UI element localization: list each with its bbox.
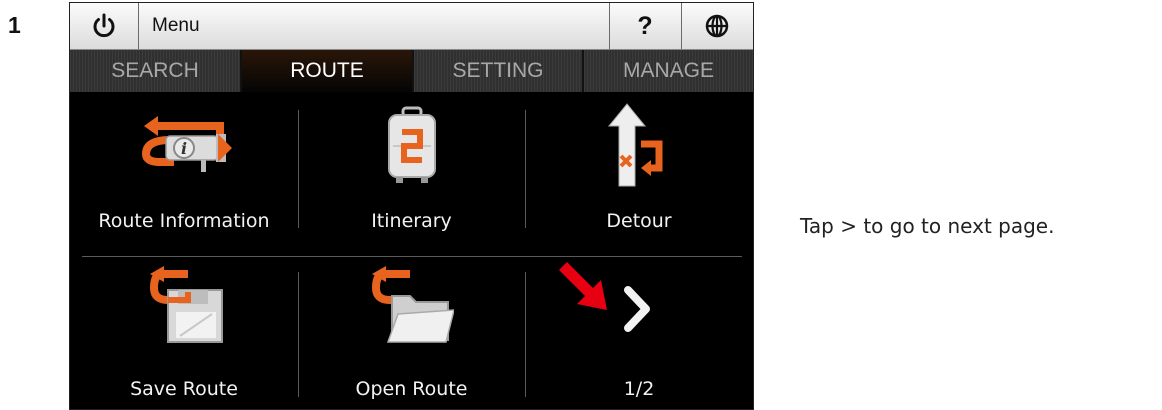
tab-setting[interactable]: SETTING [414, 50, 582, 92]
route-information-button[interactable]: i Route Information [70, 92, 298, 256]
save-route-icon [149, 266, 223, 343]
route-menu-grid: i Route Information Itinerary Detour Sav… [70, 92, 753, 409]
globe-icon [705, 14, 729, 38]
save-route-button[interactable]: Save Route [70, 256, 298, 409]
tab-route[interactable]: ROUTE [242, 50, 412, 92]
detour-label: Detour [606, 210, 672, 232]
tab-route-label: ROUTE [290, 59, 364, 82]
tab-setting-label: SETTING [452, 59, 544, 82]
tab-search[interactable]: SEARCH [70, 50, 240, 92]
next-page-button[interactable]: 1/2 [525, 256, 753, 409]
itinerary-icon [388, 106, 436, 183]
top-bar: Menu ? [70, 3, 753, 50]
power-button[interactable] [70, 3, 139, 49]
next-page-icon [624, 286, 650, 332]
instruction-caption: Tap > to go to next page. [800, 214, 1055, 238]
open-route-icon [371, 266, 454, 343]
tab-manage-label: MANAGE [622, 59, 714, 82]
step-number: 1 [8, 12, 21, 38]
itinerary-button[interactable]: Itinerary [298, 92, 525, 256]
page-indicator: 1/2 [623, 378, 655, 400]
detour-button[interactable]: Detour [525, 92, 753, 256]
help-button[interactable]: ? [609, 3, 682, 49]
tab-bar: SEARCH ROUTE SETTING MANAGE [70, 50, 753, 92]
menu-label: Menu [152, 15, 200, 36]
open-route-label: Open Route [355, 378, 468, 400]
power-icon [93, 13, 115, 38]
itinerary-label: Itinerary [371, 210, 452, 232]
open-route-button[interactable]: Open Route [298, 256, 525, 409]
menu-button[interactable]: Menu [138, 3, 610, 49]
detour-icon [607, 103, 663, 187]
svg-text:i: i [181, 139, 187, 158]
help-icon: ? [637, 11, 653, 40]
navigation-screen: Menu ? SEARCH ROUTE SETTING MANAGE i Rou… [69, 2, 754, 410]
save-route-label: Save Route [130, 378, 238, 400]
language-button[interactable] [681, 3, 753, 49]
tab-search-label: SEARCH [111, 59, 199, 82]
red-arrow-pointer-icon [559, 262, 607, 310]
route-information-label: Route Information [98, 210, 270, 232]
tab-manage[interactable]: MANAGE [584, 50, 753, 92]
route-information-icon: i [141, 116, 232, 172]
